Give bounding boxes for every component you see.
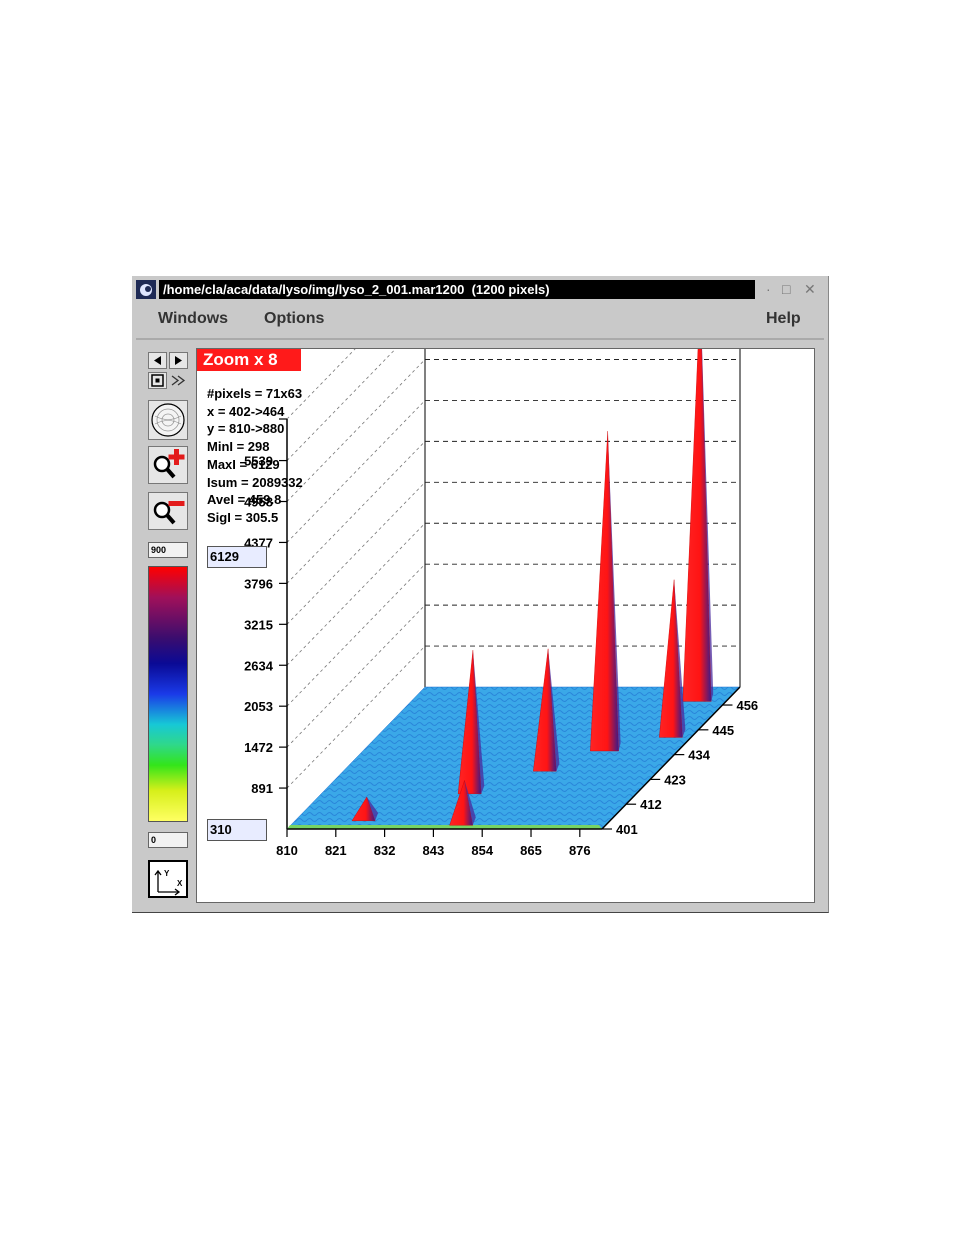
toolbar: 900 0 Y X — [136, 348, 194, 902]
stat-sigma-intensity: SigI = 305.5 — [207, 509, 279, 525]
stat-average-intensity: AveI = 459.8 — [207, 492, 282, 508]
surface-peak — [590, 431, 619, 752]
y-tick-label: 423 — [664, 772, 686, 787]
maximize-icon[interactable]: □ — [782, 280, 790, 299]
x-tick-label: 876 — [569, 843, 591, 858]
arrow-right-icon[interactable] — [169, 352, 188, 369]
z-guide-line — [286, 482, 426, 625]
stat-intensity-sum: Isum = 2089332 — [207, 474, 303, 490]
title-bar[interactable]: /home/cla/aca/data/lyso/img/lyso_2_001.m… — [136, 280, 824, 299]
x-tick-label: 821 — [325, 843, 347, 858]
z-guide-line — [286, 563, 426, 707]
detector-image-icon[interactable] — [148, 400, 188, 440]
stat-max-intensity: MaxI = 6129 — [207, 456, 280, 472]
y-tick-label: 434 — [688, 748, 710, 763]
x-tick-label: 843 — [423, 843, 445, 858]
menu-windows[interactable]: Windows — [158, 310, 228, 328]
z-tick-label: 3796 — [244, 576, 273, 591]
stats-panel: #pixels = 71x63 x = 402->464 y = 810->88… — [207, 385, 303, 527]
axes-icon[interactable]: Y X — [148, 860, 188, 898]
z-tick-label: 2053 — [244, 699, 273, 714]
stat-x-range: x = 402->464 — [207, 403, 285, 419]
center-box-icon[interactable] — [148, 372, 167, 389]
color-scale-bar — [148, 566, 188, 822]
z-tick-label: 891 — [251, 781, 273, 796]
zoom-in-icon[interactable] — [148, 446, 188, 484]
z-tick-label: 3215 — [244, 617, 273, 632]
menu-options[interactable]: Options — [264, 310, 324, 328]
y-tick-label: 456 — [736, 698, 758, 713]
z-guide-line — [286, 400, 426, 543]
svg-text:X: X — [177, 879, 183, 888]
x-tick-label: 832 — [374, 843, 396, 858]
fast-forward-icon[interactable] — [169, 372, 188, 389]
zoom-out-icon[interactable] — [148, 492, 188, 530]
menu-help[interactable]: Help — [766, 310, 801, 328]
menu-bar: Windows Options Help — [136, 302, 824, 340]
y-tick-label: 401 — [616, 822, 638, 837]
zoom-view-panel[interactable]: 5539 4958 4377 3796 3215 2634 2053 1472 891 810 82… — [196, 348, 815, 903]
x-tick-label: 865 — [520, 843, 542, 858]
app-icon[interactable] — [136, 280, 156, 299]
z-guide-line — [286, 359, 426, 502]
color-scale-max-field[interactable]: 900 — [148, 542, 188, 558]
y-tick-label: 412 — [640, 797, 662, 812]
minimize-icon[interactable]: · — [766, 280, 771, 299]
x-tick-label: 810 — [276, 843, 298, 858]
zoom-label: Zoom x 8 — [197, 349, 301, 371]
z-guide-line — [286, 441, 426, 584]
y-tick-label: 445 — [712, 723, 734, 738]
window-title: /home/cla/aca/data/lyso/img/lyso_2_001.m… — [159, 280, 755, 299]
z-min-field[interactable]: 310 — [207, 819, 267, 841]
z-max-field[interactable]: 6129 — [207, 546, 267, 568]
arrow-left-icon[interactable] — [148, 352, 167, 369]
app-window: /home/cla/aca/data/lyso/img/lyso_2_001.m… — [132, 276, 829, 913]
z-tick-label: 2634 — [244, 658, 274, 673]
color-scale-min-field[interactable]: 0 — [148, 832, 188, 848]
z-guide-line — [286, 349, 356, 420]
stat-pixels: #pixels = 71x63 — [207, 386, 303, 401]
stat-y-range: y = 810->880 — [207, 421, 285, 437]
svg-text:Y: Y — [164, 869, 170, 878]
stat-min-intensity: MinI = 298 — [207, 439, 270, 455]
x-tick-label: 854 — [471, 843, 493, 858]
z-guide-line — [286, 522, 426, 666]
z-guide-line — [286, 349, 396, 461]
close-icon[interactable]: ✕ — [804, 280, 816, 299]
z-tick-label: 1472 — [244, 740, 273, 755]
